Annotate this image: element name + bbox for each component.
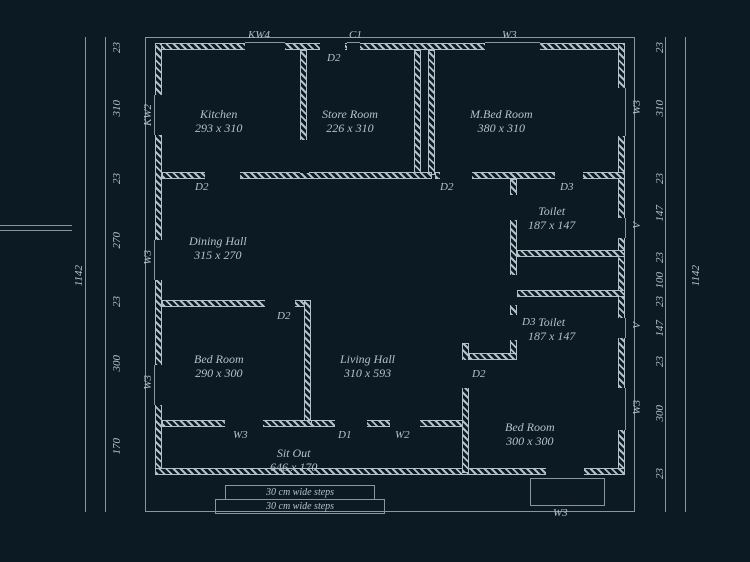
callout-D2-d: D2 <box>472 368 485 380</box>
callout-D1: D1 <box>338 429 351 441</box>
room-dim: 646 x 170 <box>270 460 317 474</box>
callout-D2-a: D2 <box>195 181 208 193</box>
dim-left-a: 23 <box>111 42 123 53</box>
room-name: Dining Hall <box>189 234 247 248</box>
dim-left-b: 310 <box>111 100 123 117</box>
callout-D3-b: D3 <box>522 316 535 328</box>
callout-W2: W2 <box>395 429 410 441</box>
wall <box>517 290 625 297</box>
room-dining: Dining Hall 315 x 270 <box>189 234 247 263</box>
wall <box>414 50 421 175</box>
floor-plan-canvas: Kitchen 293 x 310 Store Room 226 x 310 M… <box>0 0 750 562</box>
room-dim: 300 x 300 <box>505 434 555 448</box>
dim-left-f: 300 <box>111 355 123 372</box>
dim-right-d: 147 <box>654 205 666 222</box>
room-dim: 380 x 310 <box>470 121 533 135</box>
room-name: Sit Out <box>270 446 317 460</box>
callout-D3-a: D3 <box>560 181 573 193</box>
wall <box>469 353 517 360</box>
callout-W3-r1: W3 <box>631 100 643 115</box>
room-dim: 290 x 300 <box>194 366 244 380</box>
room-dim: 310 x 593 <box>340 366 395 380</box>
room-dim: 226 x 310 <box>322 121 378 135</box>
dim-right-k: 23 <box>654 468 666 479</box>
dimension-line <box>105 37 106 512</box>
dim-right-i: 23 <box>654 356 666 367</box>
step-note-2: 30 cm wide steps <box>215 499 385 514</box>
wall <box>155 43 625 50</box>
wall <box>304 300 311 425</box>
dim-right-f: 100 <box>654 272 666 289</box>
callout-W3-r2: W3 <box>631 400 643 415</box>
room-living: Living Hall 310 x 593 <box>340 352 395 381</box>
room-name: Bed Room <box>194 352 244 366</box>
room-name: Toilet <box>528 204 575 218</box>
dimension-line <box>85 37 86 512</box>
dim-right-a: 23 <box>654 42 666 53</box>
room-name: Living Hall <box>340 352 395 366</box>
room-name: Bed Room <box>505 420 555 434</box>
porch-outline <box>530 478 605 506</box>
room-kitchen: Kitchen 293 x 310 <box>195 107 242 136</box>
wall <box>162 172 432 179</box>
dim-left-g: 170 <box>111 438 123 455</box>
room-toilet-1: Toilet 187 x 147 <box>528 204 575 233</box>
room-sitout: Sit Out 646 x 170 <box>270 446 317 475</box>
callout-W3-b: W3 <box>233 429 248 441</box>
callout-V-1: V <box>631 222 643 229</box>
callout-W3-l1: W3 <box>142 250 154 265</box>
room-master-bed: M.Bed Room 380 x 310 <box>470 107 533 136</box>
room-bed-2: Bed Room 300 x 300 <box>505 420 555 449</box>
callout-D2: D2 <box>327 52 340 64</box>
callout-D2-b: D2 <box>440 181 453 193</box>
callout-KW4: KW4 <box>248 29 270 41</box>
wall <box>517 250 625 257</box>
dim-right-g: 23 <box>654 296 666 307</box>
dim-right-h: 147 <box>654 320 666 337</box>
callout-V-2: V <box>631 322 643 329</box>
dimension-line <box>685 37 686 512</box>
dim-left-e: 23 <box>111 296 123 307</box>
room-dim: 187 x 147 <box>528 218 575 232</box>
room-store: Store Room 226 x 310 <box>322 107 378 136</box>
room-name: Kitchen <box>195 107 242 121</box>
room-dim: 293 x 310 <box>195 121 242 135</box>
room-name: Store Room <box>322 107 378 121</box>
room-dim: 187 x 147 <box>528 329 575 343</box>
room-name: M.Bed Room <box>470 107 533 121</box>
room-bed-1: Bed Room 290 x 300 <box>194 352 244 381</box>
dim-right-j: 300 <box>654 405 666 422</box>
callout-D2-c: D2 <box>277 310 290 322</box>
dim-right-e: 23 <box>654 252 666 263</box>
callout-C1: C1 <box>349 29 362 41</box>
room-dim: 315 x 270 <box>189 248 247 262</box>
callout-W3-br: W3 <box>553 507 568 519</box>
callout-W3: W3 <box>502 29 517 41</box>
dim-right-b: 310 <box>654 100 666 117</box>
callout-KW2: KW2 <box>142 104 154 126</box>
dim-right-c: 23 <box>654 173 666 184</box>
step-note-1: 30 cm wide steps <box>225 485 375 500</box>
dim-right-total: 1142 <box>690 265 702 286</box>
dim-left-c: 23 <box>111 173 123 184</box>
dim-left-total: 1142 <box>73 265 85 286</box>
wall <box>428 50 435 175</box>
callout-W3-l2: W3 <box>142 375 154 390</box>
dim-left-d: 270 <box>111 232 123 249</box>
